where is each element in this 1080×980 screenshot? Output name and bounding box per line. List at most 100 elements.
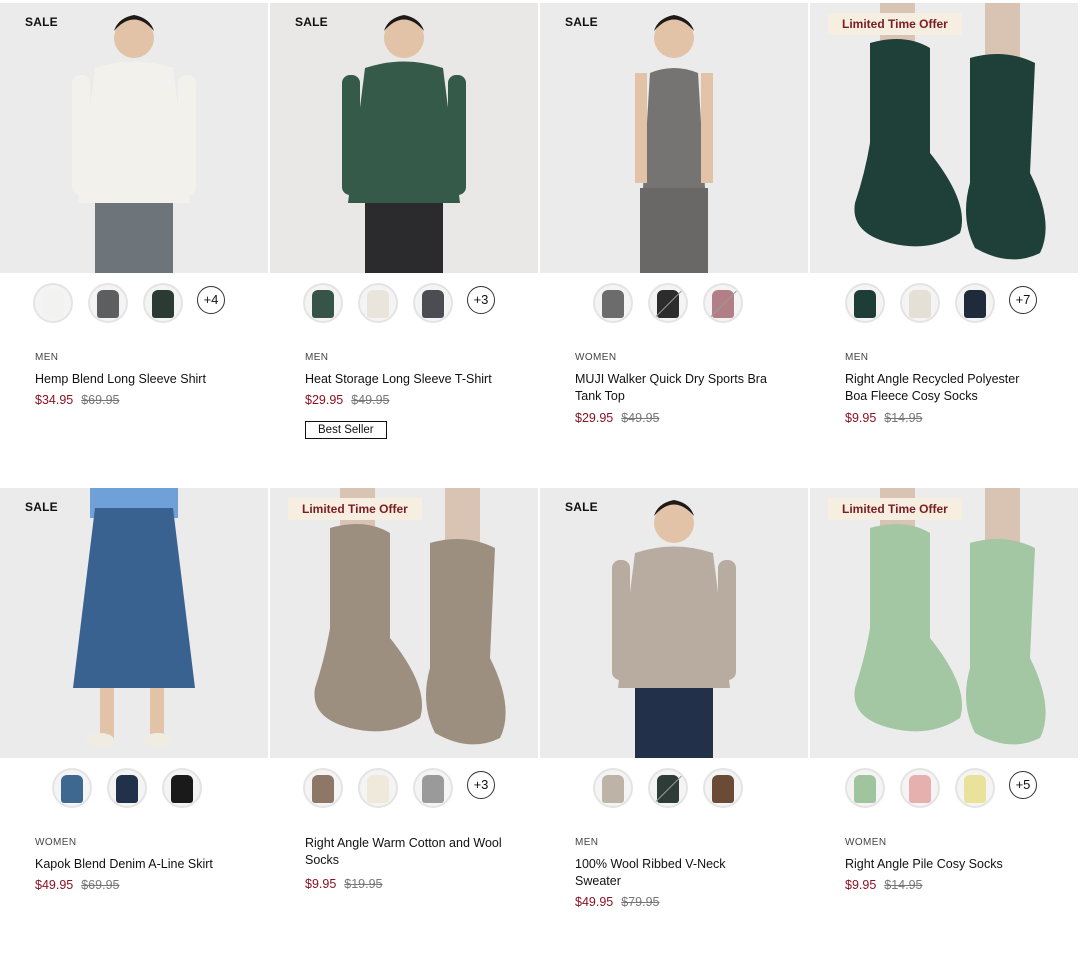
- sale-badge: SALE: [25, 15, 58, 29]
- color-swatch[interactable]: [955, 768, 995, 808]
- original-price: $14.95: [884, 878, 923, 892]
- product-price: $29.95 $49.95: [575, 411, 659, 425]
- product-image[interactable]: SALE: [0, 3, 268, 273]
- sale-price: $49.95: [575, 895, 614, 909]
- swatch-thumb: [602, 290, 624, 318]
- color-swatches: [540, 280, 810, 332]
- color-swatch[interactable]: [358, 768, 398, 808]
- product-name[interactable]: Right Angle Pile Cosy Socks: [845, 856, 1045, 873]
- color-swatch[interactable]: [413, 283, 453, 323]
- swatch-thumb: [42, 290, 64, 318]
- limited-time-offer-badge: Limited Time Offer: [828, 498, 962, 520]
- color-swatch[interactable]: [845, 283, 885, 323]
- product-image[interactable]: Limited Time Offer: [810, 3, 1078, 273]
- product-price: $49.95 $79.95: [575, 895, 659, 909]
- product-photo: [810, 3, 1078, 273]
- product-image[interactable]: SALE: [540, 3, 808, 273]
- original-price: $14.95: [884, 411, 923, 425]
- color-swatch[interactable]: [593, 283, 633, 323]
- color-swatch[interactable]: [703, 768, 743, 808]
- product-name[interactable]: MUJI Walker Quick Dry Sports Bra Tank To…: [575, 371, 775, 405]
- color-swatches: +5: [810, 765, 1080, 817]
- product-price: $9.95 $19.95: [305, 877, 383, 891]
- product-photo: [270, 3, 538, 273]
- best-seller-tag[interactable]: Best Seller: [305, 421, 387, 439]
- product-image[interactable]: Limited Time Offer: [810, 488, 1078, 758]
- color-swatch[interactable]: [900, 283, 940, 323]
- color-swatch[interactable]: [303, 768, 343, 808]
- color-swatch[interactable]: [413, 768, 453, 808]
- product-photo: [270, 488, 538, 758]
- limited-time-offer-badge: Limited Time Offer: [288, 498, 422, 520]
- product-name[interactable]: Kapok Blend Denim A-Line Skirt: [35, 856, 235, 873]
- product-name[interactable]: Right Angle Recycled Polyester Boa Fleec…: [845, 371, 1045, 405]
- color-swatch[interactable]: [358, 283, 398, 323]
- product-name[interactable]: Heat Storage Long Sleeve T-Shirt: [305, 371, 505, 388]
- swatch-thumb: [909, 290, 931, 318]
- swatch-thumb: [964, 290, 986, 318]
- color-swatch[interactable]: [162, 768, 202, 808]
- product-image[interactable]: SALE: [0, 488, 268, 758]
- original-price: $69.95: [81, 393, 120, 407]
- swatch-thumb: [312, 290, 334, 318]
- product-image[interactable]: SALE: [540, 488, 808, 758]
- color-swatch[interactable]: [52, 768, 92, 808]
- color-swatch[interactable]: [648, 283, 688, 323]
- color-swatch[interactable]: [648, 768, 688, 808]
- more-colors-button[interactable]: +3: [467, 771, 495, 799]
- swatch-thumb: [312, 775, 334, 803]
- product-price: $9.95 $14.95: [845, 411, 923, 425]
- product-price: $29.95 $49.95: [305, 393, 389, 407]
- original-price: $19.95: [344, 877, 383, 891]
- swatch-thumb: [171, 775, 193, 803]
- sale-badge: SALE: [565, 500, 598, 514]
- sale-price: $34.95: [35, 393, 74, 407]
- swatch-thumb: [964, 775, 986, 803]
- swatch-thumb: [422, 775, 444, 803]
- more-colors-button[interactable]: +7: [1009, 286, 1037, 314]
- color-swatch[interactable]: [845, 768, 885, 808]
- product-price: $49.95 $69.95: [35, 878, 119, 892]
- color-swatch[interactable]: [900, 768, 940, 808]
- color-swatch[interactable]: [593, 768, 633, 808]
- product-gender: MEN: [575, 837, 599, 848]
- sale-badge: SALE: [295, 15, 328, 29]
- color-swatch[interactable]: [88, 283, 128, 323]
- sale-price: $29.95: [305, 393, 344, 407]
- product-image[interactable]: Limited Time Offer: [270, 488, 538, 758]
- color-swatch[interactable]: [703, 283, 743, 323]
- more-colors-button[interactable]: +4: [197, 286, 225, 314]
- product-gender: MEN: [35, 352, 59, 363]
- product-image[interactable]: SALE: [270, 3, 538, 273]
- original-price: $79.95: [621, 895, 660, 909]
- color-swatch[interactable]: [955, 283, 995, 323]
- color-swatch[interactable]: [143, 283, 183, 323]
- more-colors-button[interactable]: +5: [1009, 771, 1037, 799]
- color-swatch[interactable]: [33, 283, 73, 323]
- product-name[interactable]: Right Angle Warm Cotton and Wool Socks: [305, 835, 515, 869]
- product-name[interactable]: 100% Wool Ribbed V-Neck Sweater: [575, 856, 765, 890]
- swatch-thumb: [854, 290, 876, 318]
- swatch-thumb: [367, 290, 389, 318]
- product-photo: [540, 3, 808, 273]
- product-gender: MEN: [305, 352, 329, 363]
- product-gender: WOMEN: [35, 837, 77, 848]
- product-name[interactable]: Hemp Blend Long Sleeve Shirt: [35, 371, 235, 388]
- more-colors-button[interactable]: +3: [467, 286, 495, 314]
- swatch-thumb: [909, 775, 931, 803]
- product-price: $34.95 $69.95: [35, 393, 119, 407]
- product-photo: [540, 488, 808, 758]
- color-swatches: +3: [270, 280, 540, 332]
- color-swatch[interactable]: [303, 283, 343, 323]
- color-swatches: +4: [0, 280, 270, 332]
- swatch-thumb: [61, 775, 83, 803]
- original-price: $49.95: [621, 411, 660, 425]
- original-price: $69.95: [81, 878, 120, 892]
- product-price: $9.95 $14.95: [845, 878, 923, 892]
- sale-price: $9.95: [305, 877, 337, 891]
- swatch-thumb: [602, 775, 624, 803]
- color-swatches: [0, 765, 270, 817]
- swatch-thumb: [422, 290, 444, 318]
- product-gender: MEN: [845, 352, 869, 363]
- color-swatch[interactable]: [107, 768, 147, 808]
